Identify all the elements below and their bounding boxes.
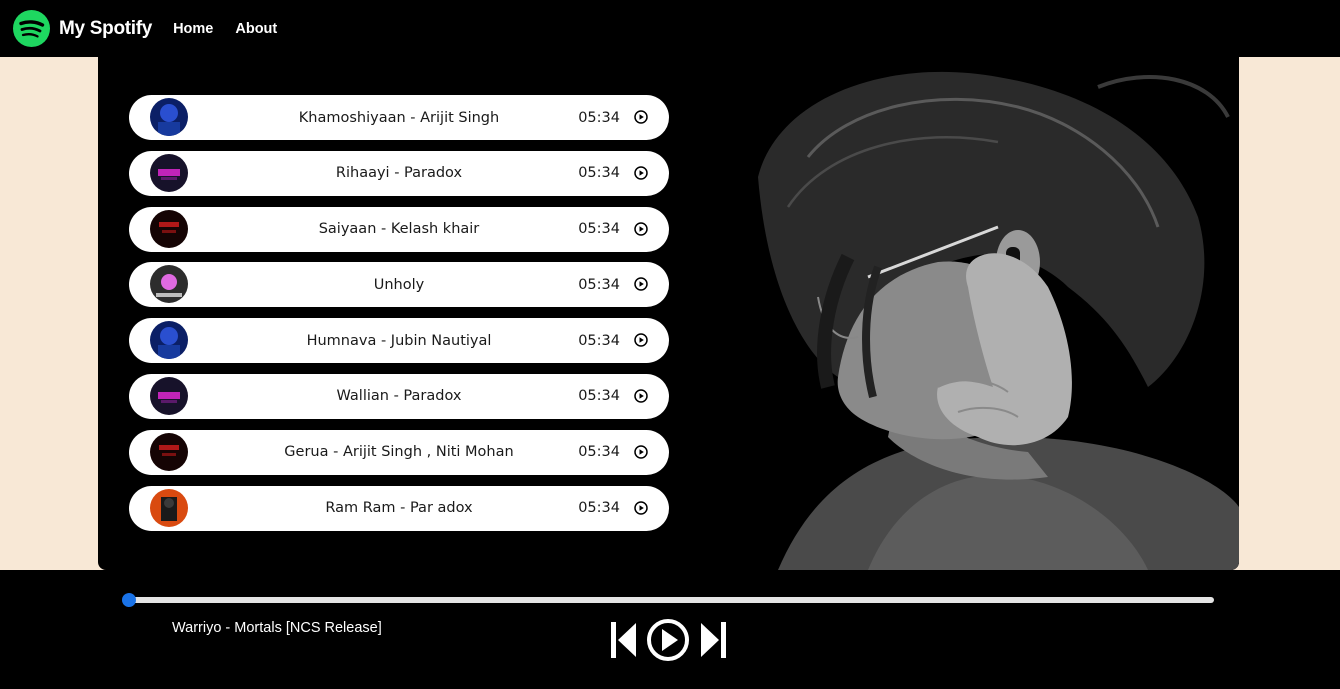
song-duration: 05:34 — [578, 332, 620, 349]
main-container: Khamoshiyaan - Arijit Singh 05:34 Rihaay… — [98, 57, 1239, 570]
song-duration: 05:34 — [578, 444, 620, 461]
song-duration: 05:34 — [578, 221, 620, 238]
song-item[interactable]: Gerua - Arijit Singh , Niti Mohan 05:34 — [129, 429, 669, 475]
song-duration: 05:34 — [578, 500, 620, 517]
song-name: Khamoshiyaan - Arijit Singh — [298, 109, 500, 126]
song-item[interactable]: Khamoshiyaan - Arijit Singh 05:34 — [129, 95, 669, 140]
spotify-logo-icon[interactable] — [13, 10, 50, 47]
song-name: Unholy — [373, 276, 425, 293]
song-name: Saiyaan - Kelash khair — [318, 221, 480, 238]
song-cover — [150, 321, 188, 360]
play-circle-icon[interactable] — [634, 500, 648, 515]
navbar: My Spotify Home About — [0, 0, 1340, 57]
play-circle-icon[interactable] — [634, 445, 648, 459]
nav-link-about[interactable]: About — [235, 21, 277, 37]
play-circle-icon[interactable] — [634, 221, 648, 236]
song-name: Wallian - Paradox — [336, 388, 462, 405]
song-cover — [150, 98, 188, 136]
previous-icon[interactable] — [608, 620, 638, 660]
song-item[interactable]: Saiyaan - Kelash khair 05:34 — [129, 206, 669, 252]
song-cover — [150, 209, 188, 248]
now-playing-title: Warriyo - Mortals [NCS Release] — [172, 620, 382, 636]
song-item[interactable]: Ram Ram - Par adox 05:34 — [129, 485, 669, 531]
song-duration: 05:34 — [578, 276, 620, 293]
song-cover — [150, 376, 188, 415]
nav-link-home[interactable]: Home — [173, 21, 213, 37]
song-name: Gerua - Arijit Singh , Niti Mohan — [284, 444, 514, 461]
song-list: Khamoshiyaan - Arijit Singh 05:34 Rihaay… — [129, 95, 669, 541]
song-item[interactable]: Rihaayi - Paradox 05:34 — [129, 150, 669, 196]
next-icon[interactable] — [699, 620, 729, 660]
progress-thumb[interactable] — [122, 593, 136, 607]
song-cover — [150, 432, 188, 471]
play-circle-icon[interactable] — [634, 110, 648, 124]
song-item[interactable]: Unholy 05:34 — [129, 262, 669, 308]
song-duration: 05:34 — [578, 109, 620, 126]
song-cover — [150, 488, 188, 527]
play-circle-icon[interactable] — [634, 333, 648, 347]
song-item[interactable]: Wallian - Paradox 05:34 — [129, 373, 669, 419]
play-circle-icon[interactable] — [634, 277, 648, 292]
play-circle-icon[interactable] — [646, 618, 690, 662]
player-controls — [608, 616, 729, 664]
listener-portrait-image — [748, 57, 1239, 570]
player-bar: Warriyo - Mortals [NCS Release] — [0, 570, 1340, 689]
play-circle-icon[interactable] — [634, 389, 648, 403]
progress-bar[interactable] — [122, 593, 1214, 607]
song-cover — [150, 265, 188, 304]
play-circle-icon[interactable] — [634, 166, 648, 180]
song-name: Ram Ram - Par adox — [325, 500, 473, 517]
song-name: Humnava - Jubin Nautiyal — [306, 332, 492, 349]
brand-title[interactable]: My Spotify — [59, 18, 152, 40]
song-duration: 05:34 — [578, 388, 620, 405]
song-duration: 05:34 — [578, 165, 620, 182]
song-cover — [150, 153, 188, 192]
song-name: Rihaayi - Paradox — [335, 165, 463, 182]
song-item[interactable]: Humnava - Jubin Nautiyal 05:34 — [129, 318, 669, 364]
